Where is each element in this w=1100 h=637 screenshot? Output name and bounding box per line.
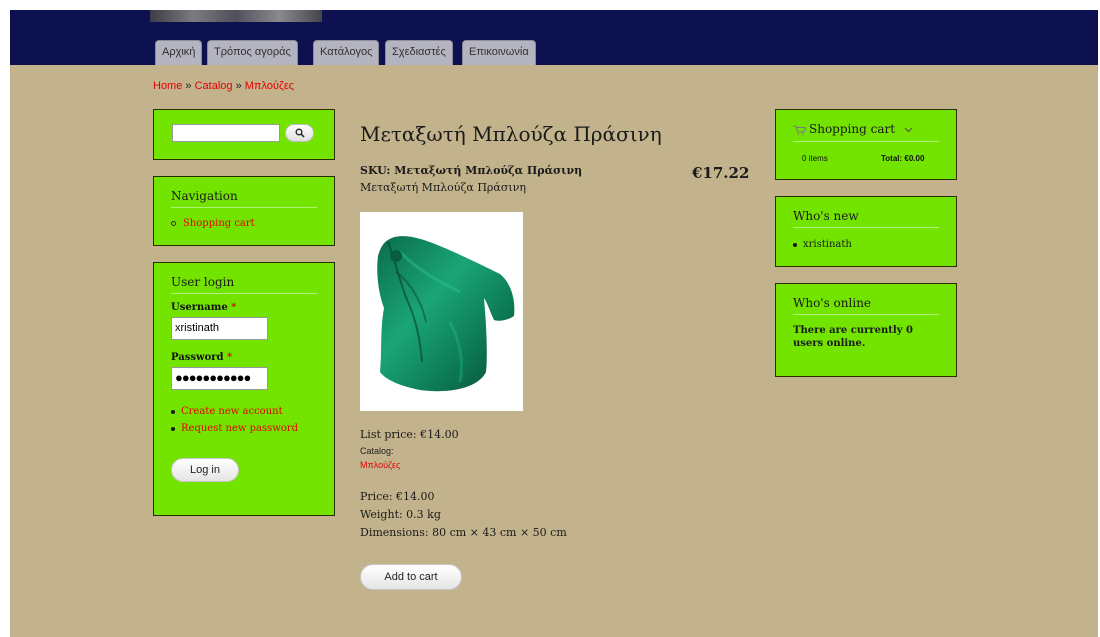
request-password-label: Request new password — [181, 423, 299, 434]
breadcrumb-separator: » — [235, 80, 242, 92]
online-status-text: There are currently 0 users online. — [793, 325, 913, 349]
page-frame: Αρχική Τρόπος αγοράς Κατάλογος Σχεδιαστέ… — [10, 10, 1098, 637]
breadcrumb-home[interactable]: Home — [153, 80, 182, 92]
product-price: Price: €14.00 — [360, 490, 435, 503]
tab-how-to-buy[interactable]: Τρόπος αγοράς — [207, 40, 298, 65]
whos-new-block: Who's new xristinath — [775, 196, 957, 267]
login-button[interactable]: Log in — [171, 458, 239, 482]
password-field[interactable]: ●●●●●●●●●●● — [171, 367, 268, 390]
bullet-icon — [171, 409, 175, 414]
username-label: Username * — [171, 302, 236, 313]
shopping-cart-block: Shopping cart 0 items Total: €0.00 — [775, 109, 957, 180]
product-display-price: €17.22 — [692, 164, 750, 182]
tab-designers[interactable]: Σχεδιαστές — [385, 40, 453, 65]
list-price: List price: €14.00 — [360, 428, 459, 441]
whos-new-title: Who's new — [793, 209, 939, 228]
nav-shopping-cart-link[interactable]: Shopping cart — [171, 218, 255, 229]
navigation-block: Navigation Shopping cart — [153, 176, 335, 246]
search-input[interactable] — [172, 124, 280, 142]
bullet-icon — [171, 426, 175, 431]
product-dimensions: Dimensions: 80 cm × 43 cm × 50 cm — [360, 526, 567, 539]
product-sku: SKU: Μεταξωτή Μπλούζα Πράσινη — [360, 164, 583, 177]
product-weight: Weight: 0.3 kg — [360, 508, 441, 521]
required-mark: * — [227, 352, 233, 363]
create-account-label: Create new account — [181, 406, 283, 417]
search-button[interactable] — [285, 124, 314, 142]
breadcrumb-separator: » — [185, 80, 192, 92]
product-image[interactable] — [360, 212, 523, 411]
user-login-title: User login — [171, 275, 317, 294]
new-user-name: xristinath — [803, 239, 852, 250]
cart-total: Total: €0.00 — [881, 154, 925, 163]
breadcrumb-catalog[interactable]: Catalog — [195, 80, 233, 92]
bullet-icon — [793, 242, 797, 247]
page-title: Μεταξωτή Μπλούζα Πράσινη — [360, 122, 662, 146]
green-blouse-image — [377, 236, 515, 392]
breadcrumb: Home » Catalog » Μπλούζες — [153, 80, 294, 92]
search-icon — [294, 128, 305, 138]
product-subtitle: Μεταξωτή Μπλούζα Πράσινη — [360, 181, 526, 194]
site-logo[interactable] — [150, 10, 322, 22]
username-field[interactable]: xristinath — [171, 317, 268, 340]
whos-online-title: Who's online — [793, 296, 939, 315]
tab-contact[interactable]: Επικοινωνία — [462, 40, 536, 65]
nav-link-label: Shopping cart — [183, 218, 255, 229]
catalog-link[interactable]: Μπλούζες — [360, 460, 400, 470]
password-label-text: Password — [171, 352, 224, 363]
chevron-down-icon[interactable] — [904, 127, 913, 133]
password-label: Password * — [171, 352, 232, 363]
tab-catalog[interactable]: Κατάλογος — [313, 40, 380, 65]
breadcrumb-current[interactable]: Μπλούζες — [245, 80, 294, 92]
cart-icon — [793, 125, 807, 135]
username-label-text: Username — [171, 302, 228, 313]
navigation-title: Navigation — [171, 189, 317, 208]
cart-title-label: Shopping cart — [809, 122, 896, 136]
search-block — [153, 109, 335, 160]
create-account-link[interactable]: Create new account — [171, 406, 283, 417]
user-login-block: User login Username * xristinath Passwor… — [153, 262, 335, 516]
whos-online-block: Who's online There are currently 0 users… — [775, 283, 957, 377]
bullet-icon — [171, 221, 176, 226]
new-user-item[interactable]: xristinath — [793, 239, 852, 250]
request-password-link[interactable]: Request new password — [171, 423, 298, 434]
required-mark: * — [231, 302, 237, 313]
cart-title[interactable]: Shopping cart — [793, 122, 939, 142]
add-to-cart-button[interactable]: Add to cart — [360, 564, 462, 590]
catalog-label: Catalog: — [360, 446, 394, 456]
cart-item-count: 0 items — [802, 154, 828, 163]
tab-home[interactable]: Αρχική — [155, 40, 203, 65]
